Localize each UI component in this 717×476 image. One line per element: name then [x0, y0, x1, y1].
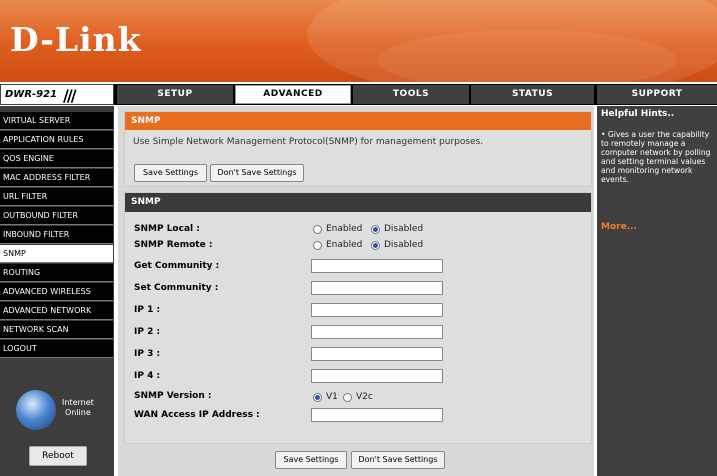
dlink-logo: D-Link: [10, 20, 142, 59]
hints-body: • Gives a user the capability to remotel…: [601, 130, 711, 184]
header-banner: D-Link: [0, 0, 717, 82]
sidebar-item-advanced-network[interactable]: ADVANCED NETWORK: [0, 302, 113, 320]
tab-support[interactable]: SUPPORT: [597, 85, 717, 104]
sidebar-item-qos-engine[interactable]: QOS ENGINE: [0, 150, 113, 168]
sidebar-item-logout[interactable]: LOGOUT: [0, 340, 113, 358]
snmp-remote-disabled-label: Disabled: [384, 240, 424, 250]
helpful-hints-panel: Helpful Hints.. • Gives a user the capab…: [597, 106, 717, 476]
save-settings-button-top[interactable]: Save Settings: [134, 164, 207, 182]
snmp-version-v1-label: V1: [326, 392, 338, 402]
sidebar-item-mac-address-filter[interactable]: MAC ADDRESS FILTER: [0, 169, 113, 187]
intro-description: Use Simple Network Management Protocol(S…: [133, 137, 484, 147]
snmp-local-enabled-label: Enabled: [326, 224, 363, 234]
snmp-remote-label: SNMP Remote :: [134, 240, 213, 250]
sidebar-item-snmp[interactable]: SNMP: [0, 245, 113, 263]
snmp-remote-enabled-label: Enabled: [326, 240, 363, 250]
snmp-local-enabled-radio[interactable]: [313, 225, 322, 234]
sidebar-item-application-rules[interactable]: APPLICATION RULES: [0, 131, 113, 149]
sidebar-item-url-filter[interactable]: URL FILTER: [0, 188, 113, 206]
sidebar-item-network-scan[interactable]: NETWORK SCAN: [0, 321, 113, 339]
snmp-remote-enabled-radio[interactable]: [313, 241, 322, 250]
snmp-local-disabled-radio[interactable]: [371, 225, 380, 234]
logo-text: D-Link: [10, 20, 142, 59]
ip2-input[interactable]: [311, 325, 443, 339]
get-community-label: Get Community :: [134, 261, 220, 271]
intro-title: SNMP: [125, 112, 591, 130]
snmp-version-label: SNMP Version :: [134, 391, 212, 401]
snmp-version-v2c-label: V2c: [356, 392, 373, 402]
settings-title: SNMP: [125, 193, 591, 212]
tab-setup[interactable]: SETUP: [117, 85, 233, 104]
ip4-label: IP 4 :: [134, 371, 161, 381]
dont-save-settings-button-bottom[interactable]: Don't Save Settings: [351, 451, 445, 469]
internet-status: Internet Online: [62, 398, 94, 418]
set-community-label: Set Community :: [134, 283, 219, 293]
banner-swoosh-2: [377, 30, 677, 82]
wan-access-input[interactable]: [311, 408, 443, 422]
ip4-input[interactable]: [311, 369, 443, 383]
sidebar-item-outbound-filter[interactable]: OUTBOUND FILTER: [0, 207, 113, 225]
snmp-local-disabled-label: Disabled: [384, 224, 424, 234]
tab-status[interactable]: STATUS: [471, 85, 594, 104]
sidebar-item-virtual-server[interactable]: VIRTUAL SERVER: [0, 112, 113, 130]
hints-title: Helpful Hints..: [601, 109, 675, 119]
reboot-button[interactable]: Reboot: [29, 446, 87, 466]
hints-more-link[interactable]: More...: [601, 222, 637, 232]
ip2-label: IP 2 :: [134, 327, 161, 337]
wan-access-label: WAN Access IP Address :: [134, 410, 260, 420]
internet-globe-icon: [16, 390, 56, 430]
snmp-version-v2c-radio[interactable]: [343, 393, 352, 402]
save-settings-button-bottom[interactable]: Save Settings: [275, 451, 347, 469]
sidebar-item-inbound-filter[interactable]: INBOUND FILTER: [0, 226, 113, 244]
internet-status-line2: Online: [64, 408, 91, 417]
snmp-remote-disabled-radio[interactable]: [371, 241, 380, 250]
sidebar-item-routing[interactable]: ROUTING: [0, 264, 113, 282]
ip3-input[interactable]: [311, 347, 443, 361]
set-community-input[interactable]: [311, 281, 443, 295]
internet-status-line1: Internet: [62, 398, 94, 407]
tab-advanced[interactable]: ADVANCED: [235, 85, 351, 104]
model-slashes: ///: [63, 86, 76, 105]
sidebar-item-advanced-wireless[interactable]: ADVANCED WIRELESS: [0, 283, 113, 301]
model-badge: DWR-921 ///: [0, 84, 114, 105]
ip1-input[interactable]: [311, 303, 443, 317]
snmp-local-label: SNMP Local :: [134, 224, 200, 234]
ip1-label: IP 1 :: [134, 305, 161, 315]
ip3-label: IP 3 :: [134, 349, 161, 359]
snmp-version-v1-radio[interactable]: [313, 393, 322, 402]
model-name: DWR-921: [5, 89, 58, 100]
get-community-input[interactable]: [311, 259, 443, 273]
tab-tools[interactable]: TOOLS: [353, 85, 469, 104]
dont-save-settings-button-top[interactable]: Don't Save Settings: [210, 164, 304, 182]
